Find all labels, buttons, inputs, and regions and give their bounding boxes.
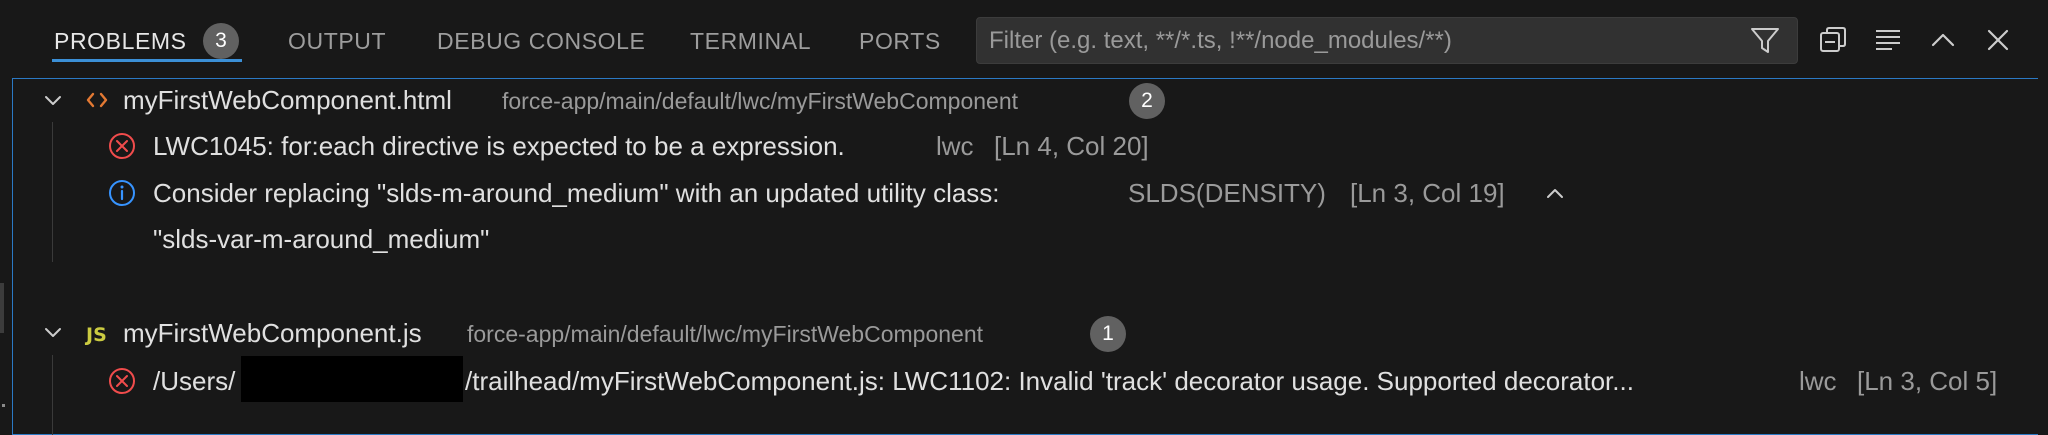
maximize-panel-icon[interactable] xyxy=(1927,24,1959,56)
html-file-icon xyxy=(84,87,110,113)
collapse-all-icon[interactable] xyxy=(1817,24,1849,56)
filter-box xyxy=(976,17,1798,64)
tab-debug-console[interactable]: DEBUG CONSOLE xyxy=(437,26,645,56)
chevron-down-icon[interactable] xyxy=(38,318,68,348)
file-path: force-app/main/default/lwc/myFirstWebCom… xyxy=(467,321,984,347)
left-edge-marker xyxy=(0,283,4,333)
tab-ports[interactable]: PORTS xyxy=(859,26,941,56)
tab-terminal[interactable]: TERMINAL xyxy=(690,26,811,56)
problem-location: [Ln 3, Col 19] xyxy=(1350,178,1505,208)
file-name: myFirstWebComponent.js xyxy=(123,318,422,348)
left-edge-dot xyxy=(2,404,5,407)
problem-message: LWC1045: for:each directive is expected … xyxy=(153,131,845,161)
problems-count-badge: 3 xyxy=(203,23,239,59)
problem-message: Consider replacing "slds-m-around_medium… xyxy=(153,178,1000,208)
filter-input[interactable] xyxy=(989,18,1709,63)
problem-location: [Ln 4, Col 20] xyxy=(994,131,1149,161)
info-icon xyxy=(107,178,137,208)
problem-source: SLDS(DENSITY) xyxy=(1128,178,1326,208)
active-tab-indicator xyxy=(52,59,242,62)
problem-message-continuation: "slds-var-m-around_medium" xyxy=(153,224,490,254)
panel-tab-bar: PROBLEMS 3 OUTPUT DEBUG CONSOLE TERMINAL… xyxy=(0,0,2048,80)
file-name: myFirstWebComponent.html xyxy=(123,85,452,115)
file-problem-count-badge: 1 xyxy=(1090,316,1126,352)
error-icon xyxy=(107,366,137,396)
filter-icon[interactable] xyxy=(1750,26,1780,56)
problem-message-end: /trailhead/myFirstWebComponent.js: LWC11… xyxy=(465,366,1634,396)
view-as-list-icon[interactable] xyxy=(1872,24,1904,56)
redacted-username xyxy=(241,356,463,402)
tab-problems[interactable]: PROBLEMS xyxy=(54,26,187,56)
problem-location: [Ln 3, Col 5] xyxy=(1857,366,1998,396)
problem-source: lwc xyxy=(936,131,974,161)
file-path: force-app/main/default/lwc/myFirstWebCom… xyxy=(502,88,1019,114)
chevron-up-icon[interactable] xyxy=(1540,178,1570,208)
indent-guide xyxy=(52,122,53,262)
problem-message-start: /Users/ xyxy=(153,366,236,396)
problem-source: lwc xyxy=(1799,366,1837,396)
tab-output[interactable]: OUTPUT xyxy=(288,26,386,56)
close-panel-icon[interactable] xyxy=(1982,24,2014,56)
indent-guide xyxy=(52,355,53,435)
js-file-icon: JS xyxy=(86,324,107,346)
chevron-down-icon[interactable] xyxy=(38,86,68,116)
problems-panel: PROBLEMS 3 OUTPUT DEBUG CONSOLE TERMINAL… xyxy=(0,0,2048,435)
error-icon xyxy=(107,131,137,161)
file-problem-count-badge: 2 xyxy=(1129,83,1165,119)
